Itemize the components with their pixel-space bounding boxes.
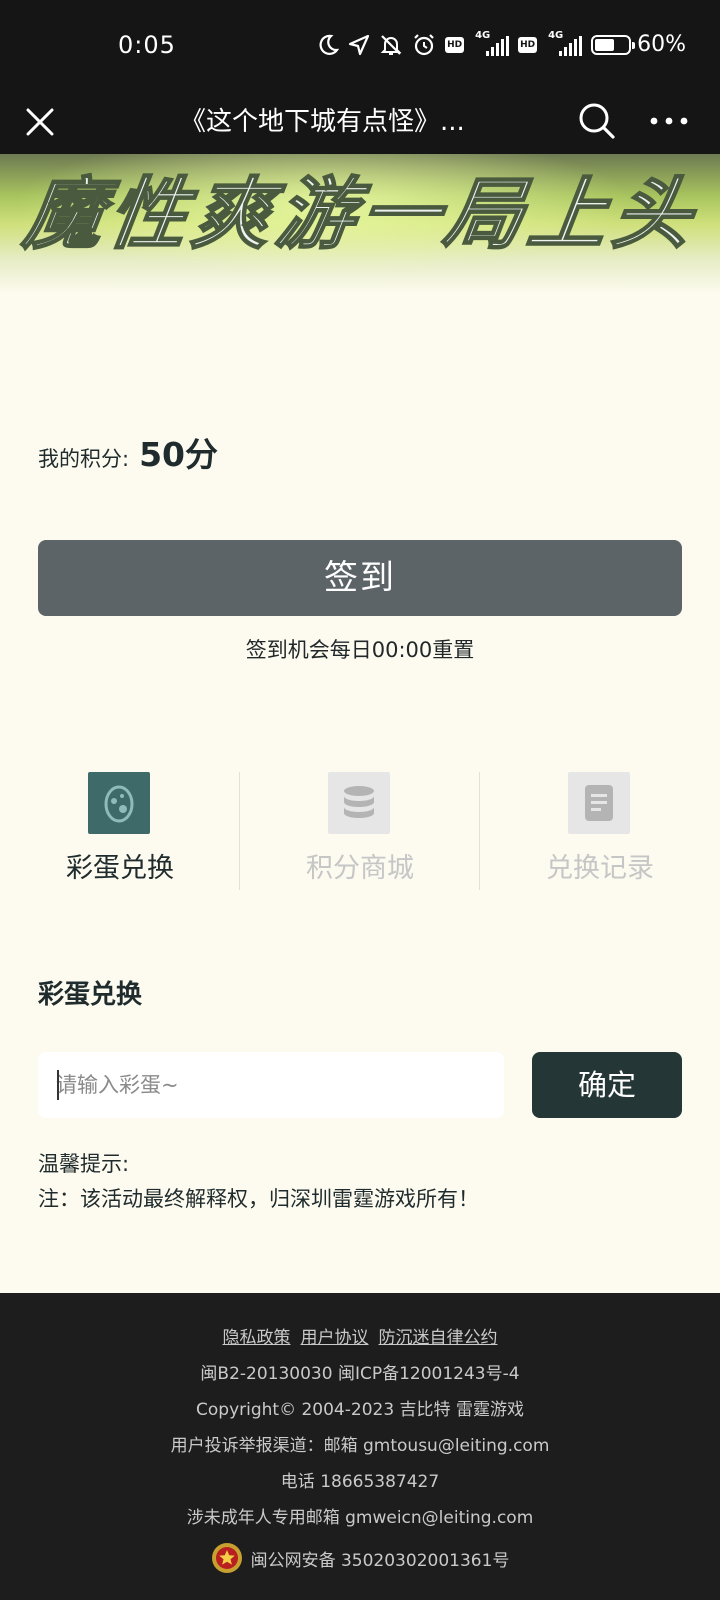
police-record: 闽公网安备 35020302001361号 — [0, 1541, 720, 1575]
more-icon[interactable] — [644, 98, 694, 144]
checkin-button[interactable]: 签到 — [38, 540, 682, 616]
status-icons: HD 4G HD 4G 60% — [317, 30, 686, 57]
anti-addiction-link[interactable]: 防沉迷自律公约 — [379, 1323, 498, 1348]
battery-text: 60% — [637, 32, 686, 57]
database-icon — [328, 772, 390, 834]
footer-links: 隐私政策 用户协议 防沉迷自律公约 — [0, 1323, 720, 1348]
points-label: 我的积分: — [38, 447, 130, 471]
user-agreement-link[interactable]: 用户协议 — [301, 1323, 369, 1348]
confirm-button[interactable]: 确定 — [532, 1052, 682, 1118]
police-record-text: 闽公网安备 35020302001361号 — [250, 1550, 510, 1571]
tab-points-mall[interactable]: 积分商城 — [240, 770, 480, 890]
tab-label: 积分商城 — [306, 853, 414, 884]
tab-egg-exchange[interactable]: 彩蛋兑换 — [0, 770, 240, 890]
copyright-text: Copyright© 2004-2023 吉比特 雷霆游戏 — [196, 1400, 524, 1420]
egg-icon — [88, 772, 150, 834]
document-icon — [568, 772, 630, 834]
minor-email-text: 涉未成年人专用邮箱 gmweicn@leiting.com — [186, 1508, 534, 1528]
search-icon[interactable] — [574, 98, 620, 144]
signal-icon: 4G — [546, 30, 583, 56]
tips-note: 注：该活动最终解释权，归深圳雷霆游戏所有！ — [38, 1187, 479, 1211]
hd-icon: HD — [518, 36, 538, 53]
battery-fill — [595, 38, 615, 51]
footer: 隐私政策 用户协议 防沉迷自律公约 闽B2-20130030 闽ICP备1200… — [0, 1293, 720, 1600]
mute-bell-icon — [380, 34, 402, 55]
close-icon[interactable] — [18, 100, 62, 144]
phone-text: 电话 18665387427 — [280, 1472, 440, 1492]
page-title: 《这个地下城有点怪》... — [180, 107, 465, 137]
police-badge-icon — [211, 1543, 242, 1573]
points-display: 我的积分: 50分 — [38, 428, 218, 476]
license-text: 闽B2-20130030 闽ICP备12001243号-4 — [200, 1364, 520, 1384]
signal-icon: 4G — [473, 30, 510, 56]
banner-text: 魔性爽游一局上头 — [18, 169, 705, 261]
nav-bar: 《这个地下城有点怪》... — [0, 90, 720, 154]
hd-icon: HD — [445, 36, 465, 53]
moon-icon — [319, 34, 340, 55]
points-value: 50分 — [139, 435, 219, 474]
tab-bar: 彩蛋兑换 积分商城 兑换记录 — [0, 770, 720, 890]
alarm-icon — [414, 33, 434, 55]
tab-label: 彩蛋兑换 — [66, 853, 174, 884]
status-bar: 0:05 HD 4G HD 4G 60% — [0, 0, 720, 90]
banner-image: 魔性爽游一局上头 — [0, 154, 720, 294]
section-title: 彩蛋兑换 — [38, 980, 143, 1010]
privacy-policy-link[interactable]: 隐私政策 — [223, 1323, 291, 1348]
tab-exchange-records[interactable]: 兑换记录 — [480, 770, 720, 890]
battery-icon: 60% — [591, 32, 686, 57]
tab-label: 兑换记录 — [546, 853, 654, 884]
checkin-note: 签到机会每日00:00重置 — [245, 638, 475, 662]
status-time: 0:05 — [118, 31, 176, 59]
tips-title: 温馨提示: — [38, 1152, 130, 1176]
text-cursor — [57, 1070, 59, 1100]
egg-code-input[interactable] — [38, 1052, 504, 1118]
complaint-text: 用户投诉举报渠道：邮箱 gmtousu@leiting.com — [170, 1436, 550, 1456]
location-arrow-icon — [348, 34, 370, 55]
